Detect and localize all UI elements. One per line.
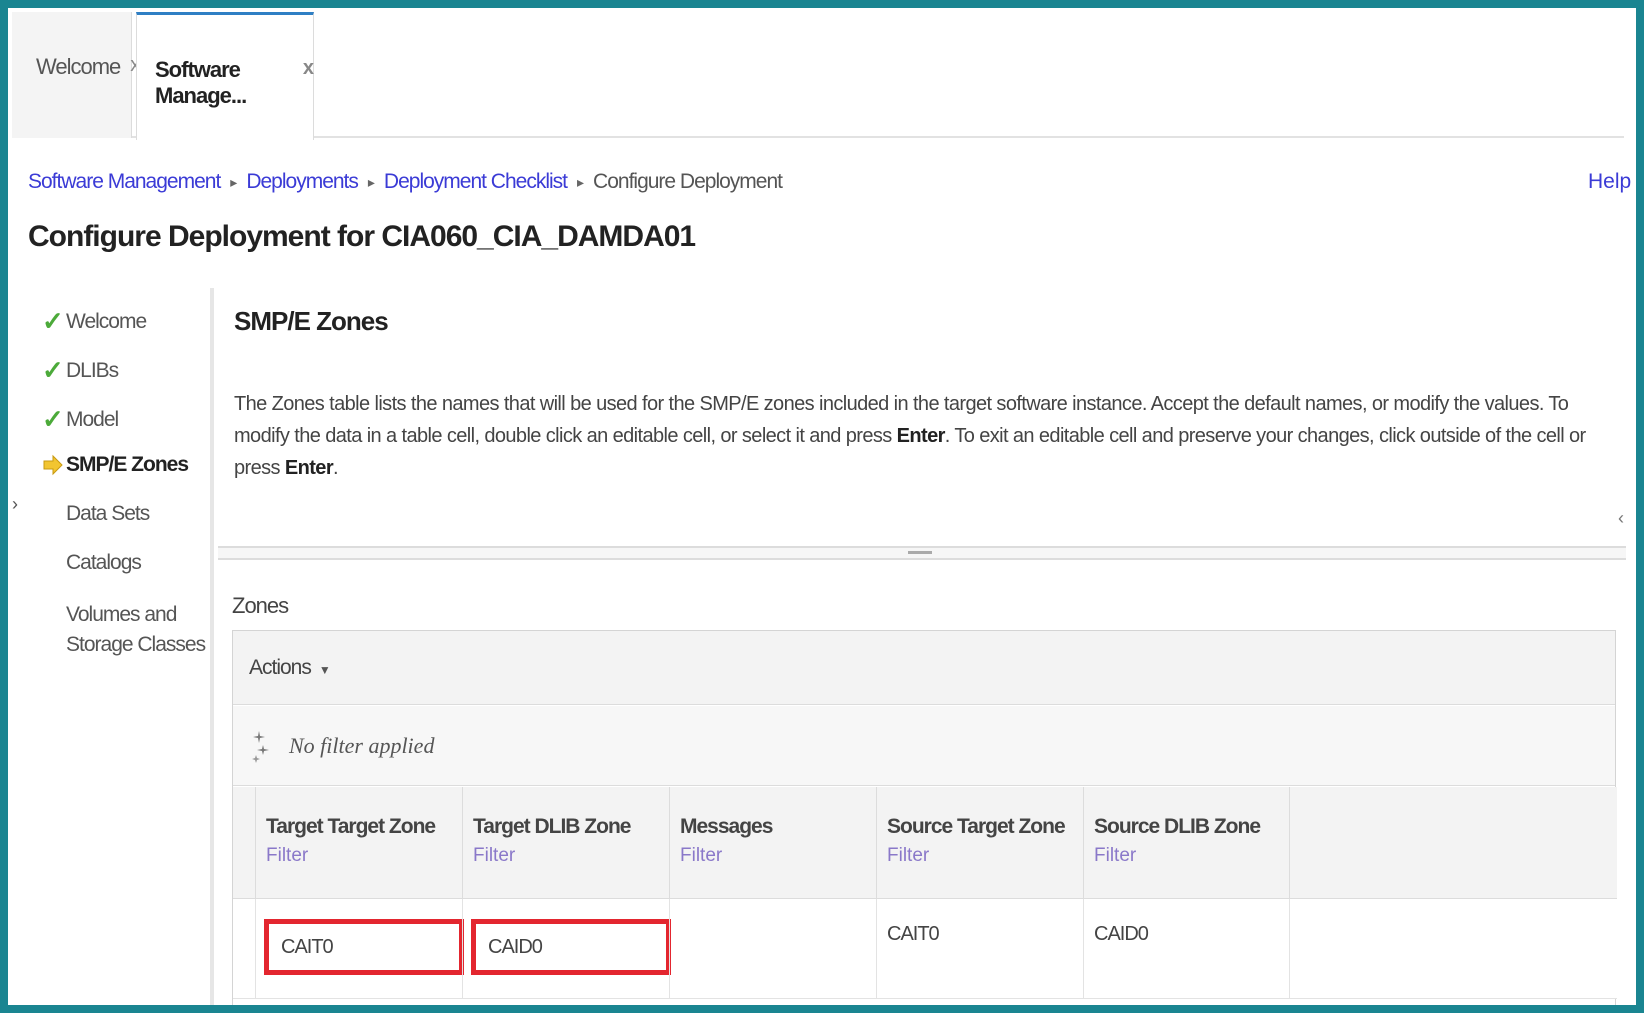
breadcrumb-deployments[interactable]: Deployments: [246, 170, 359, 194]
column-label: Source DLIB Zone: [1094, 815, 1261, 838]
filter-sparkle-icon[interactable]: [251, 729, 273, 763]
column-filter-link[interactable]: Filter: [680, 845, 876, 867]
cell-messages: [669, 899, 876, 999]
app-frame: Welcome x Software Manage... x Software …: [0, 0, 1644, 1013]
breadcrumb-separator-icon: ▸: [577, 173, 584, 190]
zones-label: Zones: [232, 593, 289, 618]
column-header-target-target-zone[interactable]: Target Target Zone Filter: [255, 787, 462, 899]
breadcrumb: Software Management ▸ Deployments ▸ Depl…: [28, 170, 783, 194]
description-enter-key: Enter: [896, 425, 946, 447]
actions-label: Actions: [249, 655, 312, 679]
step-model[interactable]: ✓ Model: [42, 404, 119, 435]
splitter-grip-icon[interactable]: [908, 551, 932, 554]
page-title: Configure Deployment for CIA060_CIA_DAMD…: [28, 220, 696, 253]
step-label: Model: [66, 407, 119, 431]
step-volumes-storage-classes[interactable]: Volumes and Storage Classes: [42, 600, 212, 660]
column-filter-link[interactable]: Filter: [887, 845, 1083, 867]
help-link[interactable]: Help: [1588, 170, 1631, 194]
description-text: .: [333, 457, 339, 479]
cell-value: CAIT0: [887, 923, 940, 945]
column-header-source-dlib-zone[interactable]: Source DLIB Zone Filter: [1083, 787, 1290, 899]
tab-welcome[interactable]: Welcome x: [12, 12, 140, 138]
step-label: Volumes and Storage Classes: [66, 603, 206, 656]
panel-collapse-icon[interactable]: ‹: [1618, 508, 1624, 529]
breadcrumb-deployment-checklist[interactable]: Deployment Checklist: [384, 170, 568, 194]
cell-target-target-zone[interactable]: CAIT0: [255, 899, 464, 999]
table-row[interactable]: CAIT0 CAID0 CAIT0 CAID0: [233, 899, 1617, 999]
step-label: Catalogs: [66, 551, 142, 574]
tab-software-management-close-icon[interactable]: x: [303, 57, 314, 80]
caret-down-icon: ▼: [318, 662, 331, 677]
column-label: Messages: [680, 815, 773, 838]
column-filter-link[interactable]: Filter: [1094, 845, 1289, 867]
check-icon: ✓: [42, 306, 64, 336]
breadcrumb-separator-icon: ▸: [230, 173, 237, 190]
filter-status: No filter applied: [289, 732, 435, 758]
breadcrumb-software-management[interactable]: Software Management: [28, 170, 221, 194]
cell-source-dlib-zone: CAID0: [1083, 899, 1290, 999]
column-header-messages[interactable]: Messages Filter: [669, 787, 876, 899]
step-data-sets[interactable]: Data Sets: [42, 502, 150, 526]
highlighted-editable-cell[interactable]: CAID0: [471, 919, 671, 975]
table-header-row: Target Target Zone Filter Target DLIB Zo…: [233, 787, 1617, 899]
pane-splitter[interactable]: [218, 546, 1626, 560]
current-step-arrow-icon: [43, 454, 63, 476]
tab-bar: Welcome x Software Manage... x: [12, 12, 1624, 140]
cell-source-target-zone: CAIT0: [876, 899, 1083, 999]
step-smpe-zones[interactable]: SMP/E Zones: [42, 453, 189, 477]
actions-menu-button[interactable]: Actions ▼: [249, 655, 331, 680]
step-label: Welcome: [66, 309, 147, 333]
zones-table: Actions ▼ No filter applied Target Target…: [232, 630, 1617, 1005]
description-enter-key: Enter: [284, 457, 334, 479]
step-label: Data Sets: [66, 502, 150, 525]
breadcrumb-separator-icon: ▸: [367, 173, 375, 190]
section-title: SMP/E Zones: [234, 306, 389, 336]
check-icon: ✓: [42, 404, 64, 434]
table-toolbar: Actions ▼: [233, 631, 1615, 705]
column-label: Target Target Zone: [266, 815, 436, 838]
column-filter-link[interactable]: Filter: [266, 845, 462, 867]
sidebar-collapse-icon[interactable]: ›: [12, 494, 18, 515]
column-header-source-target-zone[interactable]: Source Target Zone Filter: [876, 787, 1083, 899]
step-dlibs[interactable]: ✓ DLIBs: [42, 355, 119, 386]
tab-software-management-label: Software Manage...: [155, 57, 247, 108]
check-icon: ✓: [42, 355, 64, 385]
filter-bar: No filter applied: [233, 706, 1615, 786]
cell-target-dlib-zone[interactable]: CAID0: [462, 899, 671, 999]
section-description: The Zones table lists the names that wil…: [234, 388, 1624, 484]
column-filter-link[interactable]: Filter: [473, 845, 669, 867]
step-label: DLIBs: [66, 358, 119, 382]
step-catalogs[interactable]: Catalogs: [42, 551, 142, 575]
step-welcome[interactable]: ✓ Welcome: [42, 306, 147, 337]
tab-software-management[interactable]: Software Manage... x: [136, 12, 314, 140]
tab-welcome-label: Welcome: [36, 54, 121, 79]
cell-value: CAID0: [1094, 923, 1149, 945]
step-label: SMP/E Zones: [66, 453, 189, 476]
step-sidebar: ✓ Welcome ✓ DLIBs ✓ Model SMP/E Zones Da…: [28, 288, 214, 1005]
column-label: Source Target Zone: [887, 815, 1066, 838]
column-header-target-dlib-zone[interactable]: Target DLIB Zone Filter: [462, 787, 669, 899]
highlighted-editable-cell[interactable]: CAIT0: [264, 919, 464, 975]
breadcrumb-current: Configure Deployment: [593, 170, 783, 193]
column-label: Target DLIB Zone: [473, 815, 631, 838]
